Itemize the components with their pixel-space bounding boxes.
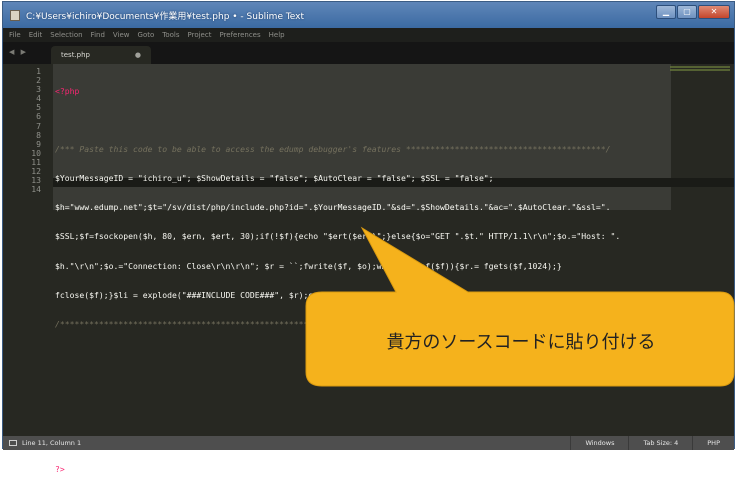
- code-line: ?>: [55, 464, 65, 475]
- callout-text: 貴方のソースコードに貼り付ける: [386, 332, 656, 353]
- callout-bubble: [305, 226, 735, 387]
- screenshot-frame: C:¥Users¥ichiro¥Documents¥作業用¥test.php •…: [0, 0, 739, 474]
- callout-shape: [305, 226, 735, 387]
